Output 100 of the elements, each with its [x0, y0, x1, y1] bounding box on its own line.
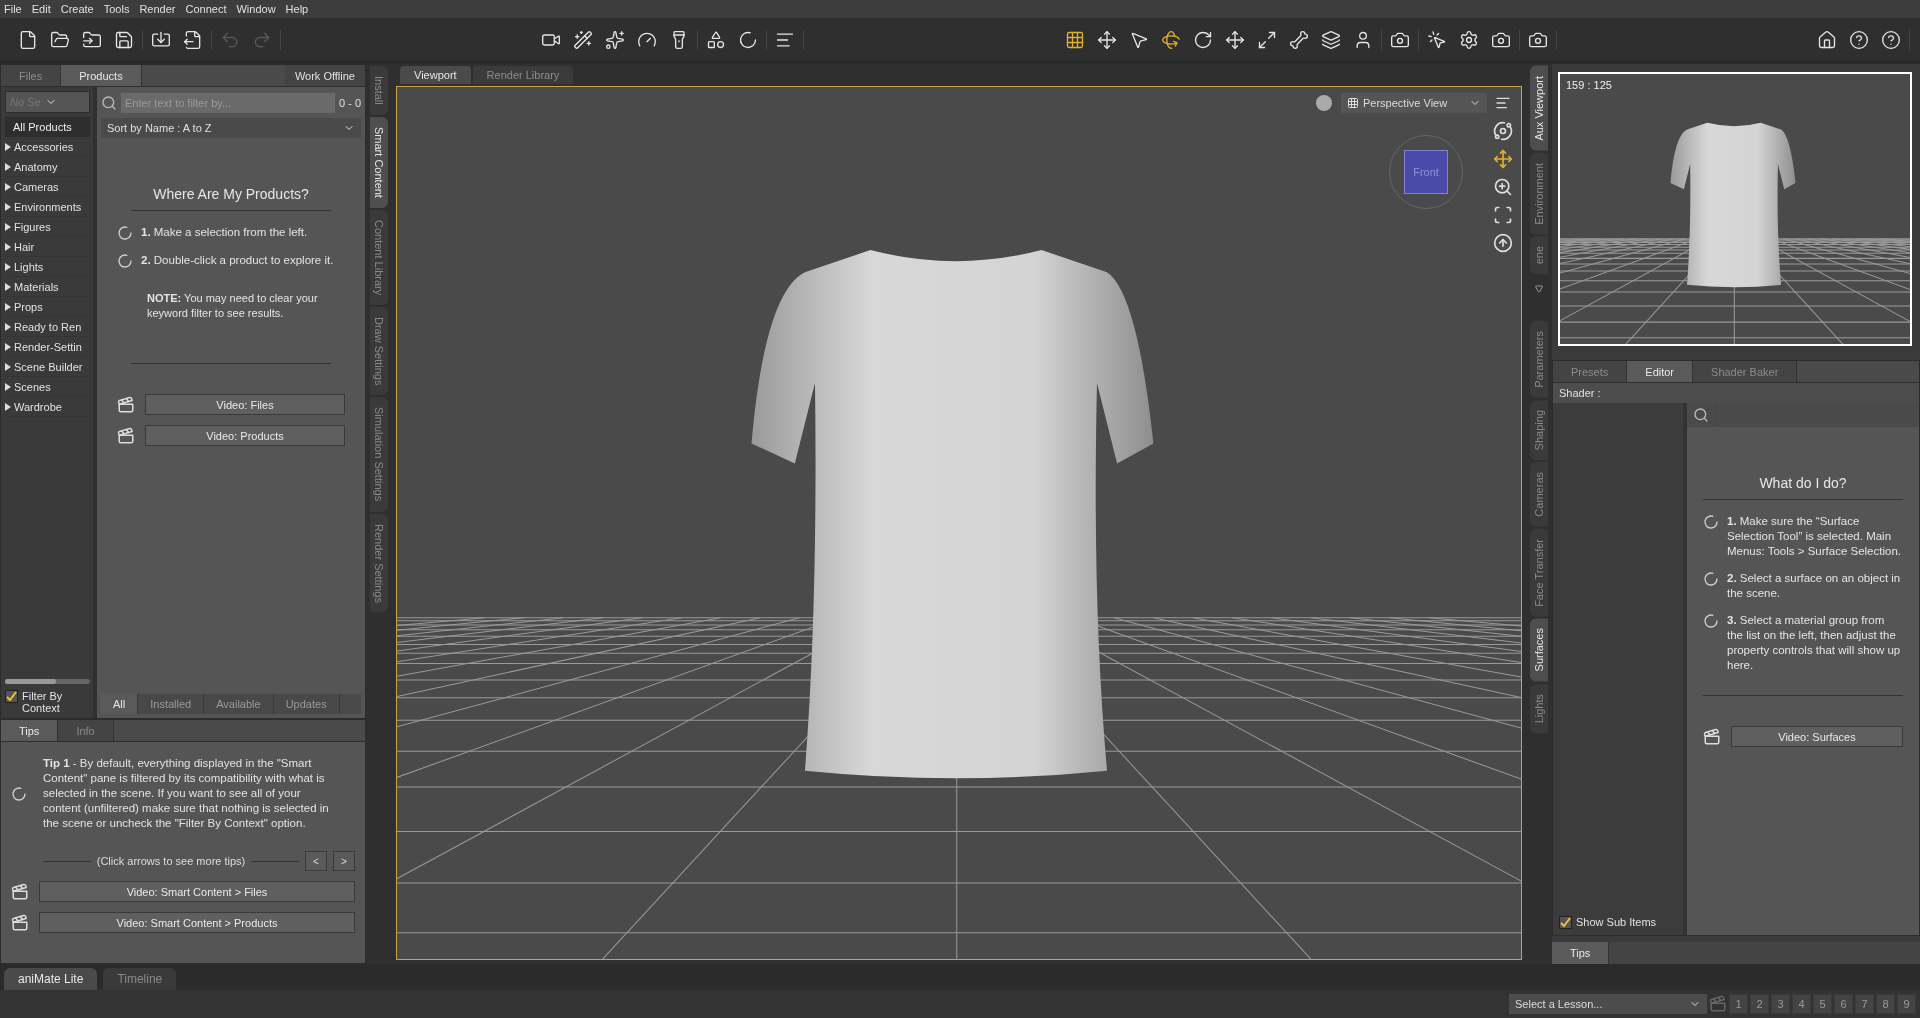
tab[interactable]: Files [1, 65, 62, 86]
zoom-icon[interactable] [1493, 177, 1513, 197]
side-tab[interactable]: Install [370, 66, 388, 115]
lesson-dropdown[interactable]: Select a Lesson... [1509, 994, 1707, 1014]
shapes-icon[interactable] [706, 29, 727, 50]
view-dropdown[interactable]: Perspective View [1341, 93, 1487, 113]
folder-import-icon[interactable] [82, 29, 102, 50]
side-tab[interactable]: Parameters [1530, 320, 1548, 398]
category-item[interactable]: Materials [5, 277, 90, 297]
tip-arrow-button[interactable]: > [333, 851, 355, 871]
pan-icon[interactable] [1493, 149, 1513, 169]
move-icon[interactable] [1096, 29, 1117, 50]
video-button[interactable]: Video: Smart Content > Files [39, 881, 355, 902]
home-icon[interactable] [1817, 29, 1837, 50]
clapperboard-icon [11, 882, 29, 901]
category-item[interactable]: Hair [5, 237, 90, 257]
tab[interactable]: Timeline [103, 968, 177, 990]
menu-item[interactable]: Connect [185, 3, 227, 15]
category-item[interactable]: Figures [5, 217, 90, 237]
clapperboard-icon [117, 395, 135, 414]
tab[interactable]: Products [61, 65, 142, 86]
wand-icon[interactable] [573, 29, 594, 50]
sphere-icon[interactable] [1315, 94, 1333, 112]
side-tab[interactable]: Cameras [1530, 461, 1548, 527]
checkbox-label: Filter By Context [22, 690, 64, 714]
layers-icon[interactable] [1320, 29, 1341, 50]
tab[interactable]: Tips [1, 720, 59, 741]
side-tab[interactable]: Draw Settings [370, 306, 388, 396]
sort-dropdown[interactable]: Sort by Name : A to Z [101, 118, 361, 138]
video-button[interactable]: Video: Smart Content > Products [39, 912, 355, 933]
side-tab[interactable]: Smart Content [370, 116, 388, 208]
export-icon[interactable] [183, 29, 203, 50]
tab[interactable]: Info [58, 720, 114, 741]
filter-tab[interactable]: All [101, 694, 139, 714]
open-folder-icon[interactable] [50, 29, 70, 50]
category-item[interactable]: Ready to Ren [5, 317, 90, 337]
side-tab[interactable]: ene [1530, 236, 1548, 275]
tab[interactable]: Tips [1552, 942, 1610, 964]
side-tab[interactable]: Surfaces [1530, 618, 1548, 682]
category-item[interactable]: Cameras [5, 177, 90, 197]
category-item[interactable]: Render-Settin [5, 337, 90, 357]
category-item[interactable]: Wardrobe [5, 397, 90, 417]
category-item[interactable]: Props [5, 297, 90, 317]
tab[interactable]: Viewport [400, 66, 471, 84]
side-tab[interactable]: Face Transfer [1530, 528, 1548, 617]
category-item[interactable]: Lights [5, 257, 90, 277]
tab[interactable]: Shader Baker [1693, 361, 1798, 382]
tab[interactable]: Presets [1553, 361, 1628, 382]
tab[interactable]: aniMate Lite [4, 968, 98, 990]
pointer-click-icon[interactable] [1426, 29, 1447, 50]
settings-icon[interactable] [1458, 29, 1479, 50]
clapperboard-icon [11, 913, 29, 932]
menu-item[interactable]: Edit [31, 3, 51, 15]
side-tab[interactable]: Render Settings [370, 513, 388, 613]
category-item[interactable]: Environments [5, 197, 90, 217]
aux-viewport[interactable]: 159 : 125 [1558, 72, 1912, 346]
sparkle-icon[interactable] [605, 29, 626, 50]
rotate-icon[interactable] [1192, 29, 1213, 50]
category-item[interactable]: Accessories [5, 137, 90, 157]
scale-icon[interactable] [1256, 29, 1277, 50]
checkbox[interactable] [5, 690, 18, 703]
side-tab[interactable]: Environment [1530, 152, 1548, 235]
orbit-icon[interactable] [1493, 121, 1513, 141]
checkbox[interactable] [1559, 916, 1572, 929]
category-item[interactable]: Anatomy [5, 157, 90, 177]
menu-item[interactable]: Render [139, 3, 176, 15]
menu-icon[interactable] [1495, 95, 1511, 111]
grid-icon[interactable] [1064, 29, 1085, 50]
category-item[interactable]: Scene Builder [5, 357, 90, 377]
orbit-icon[interactable] [1160, 29, 1181, 50]
translate-icon[interactable] [1224, 29, 1245, 50]
side-tab[interactable]: Shaping [1530, 399, 1548, 460]
viewport[interactable]: Perspective View Front [396, 86, 1522, 960]
category-item[interactable]: All Products [5, 117, 90, 137]
side-tab[interactable]: Lights [1530, 683, 1548, 734]
tab[interactable]: Render Library [472, 66, 574, 84]
video-button[interactable]: Video: Products [145, 425, 345, 446]
tip-arrow-button[interactable]: < [305, 851, 327, 871]
reset-view-icon[interactable] [1493, 233, 1513, 253]
size-slider[interactable] [5, 679, 90, 684]
menu-item[interactable]: File [4, 3, 22, 15]
work-offline-button[interactable]: Work Offline [284, 65, 365, 86]
side-tab[interactable]: Simulation Settings [370, 397, 388, 512]
import-icon[interactable] [151, 29, 171, 50]
video-button[interactable]: Video: Files [145, 394, 345, 415]
scroll-down-icon[interactable] [1535, 284, 1543, 293]
save-icon[interactable] [114, 29, 134, 50]
tab[interactable]: Editor [1627, 361, 1694, 382]
menu-item[interactable]: Tools [103, 3, 130, 15]
menu-item[interactable]: Window [236, 3, 276, 15]
menu-item[interactable]: Help [285, 3, 309, 15]
video-button[interactable]: Video: Surfaces [1731, 726, 1903, 747]
menu-item[interactable]: Create [60, 3, 94, 15]
side-tab[interactable]: Aux Viewport [1530, 66, 1548, 151]
help-icon[interactable] [1881, 29, 1901, 50]
new-file-icon[interactable] [18, 29, 38, 50]
side-tab[interactable]: Content Library [370, 209, 388, 305]
frame-icon[interactable] [1493, 205, 1513, 225]
category-item[interactable]: Scenes [5, 377, 90, 397]
bone-icon[interactable] [1288, 29, 1309, 50]
